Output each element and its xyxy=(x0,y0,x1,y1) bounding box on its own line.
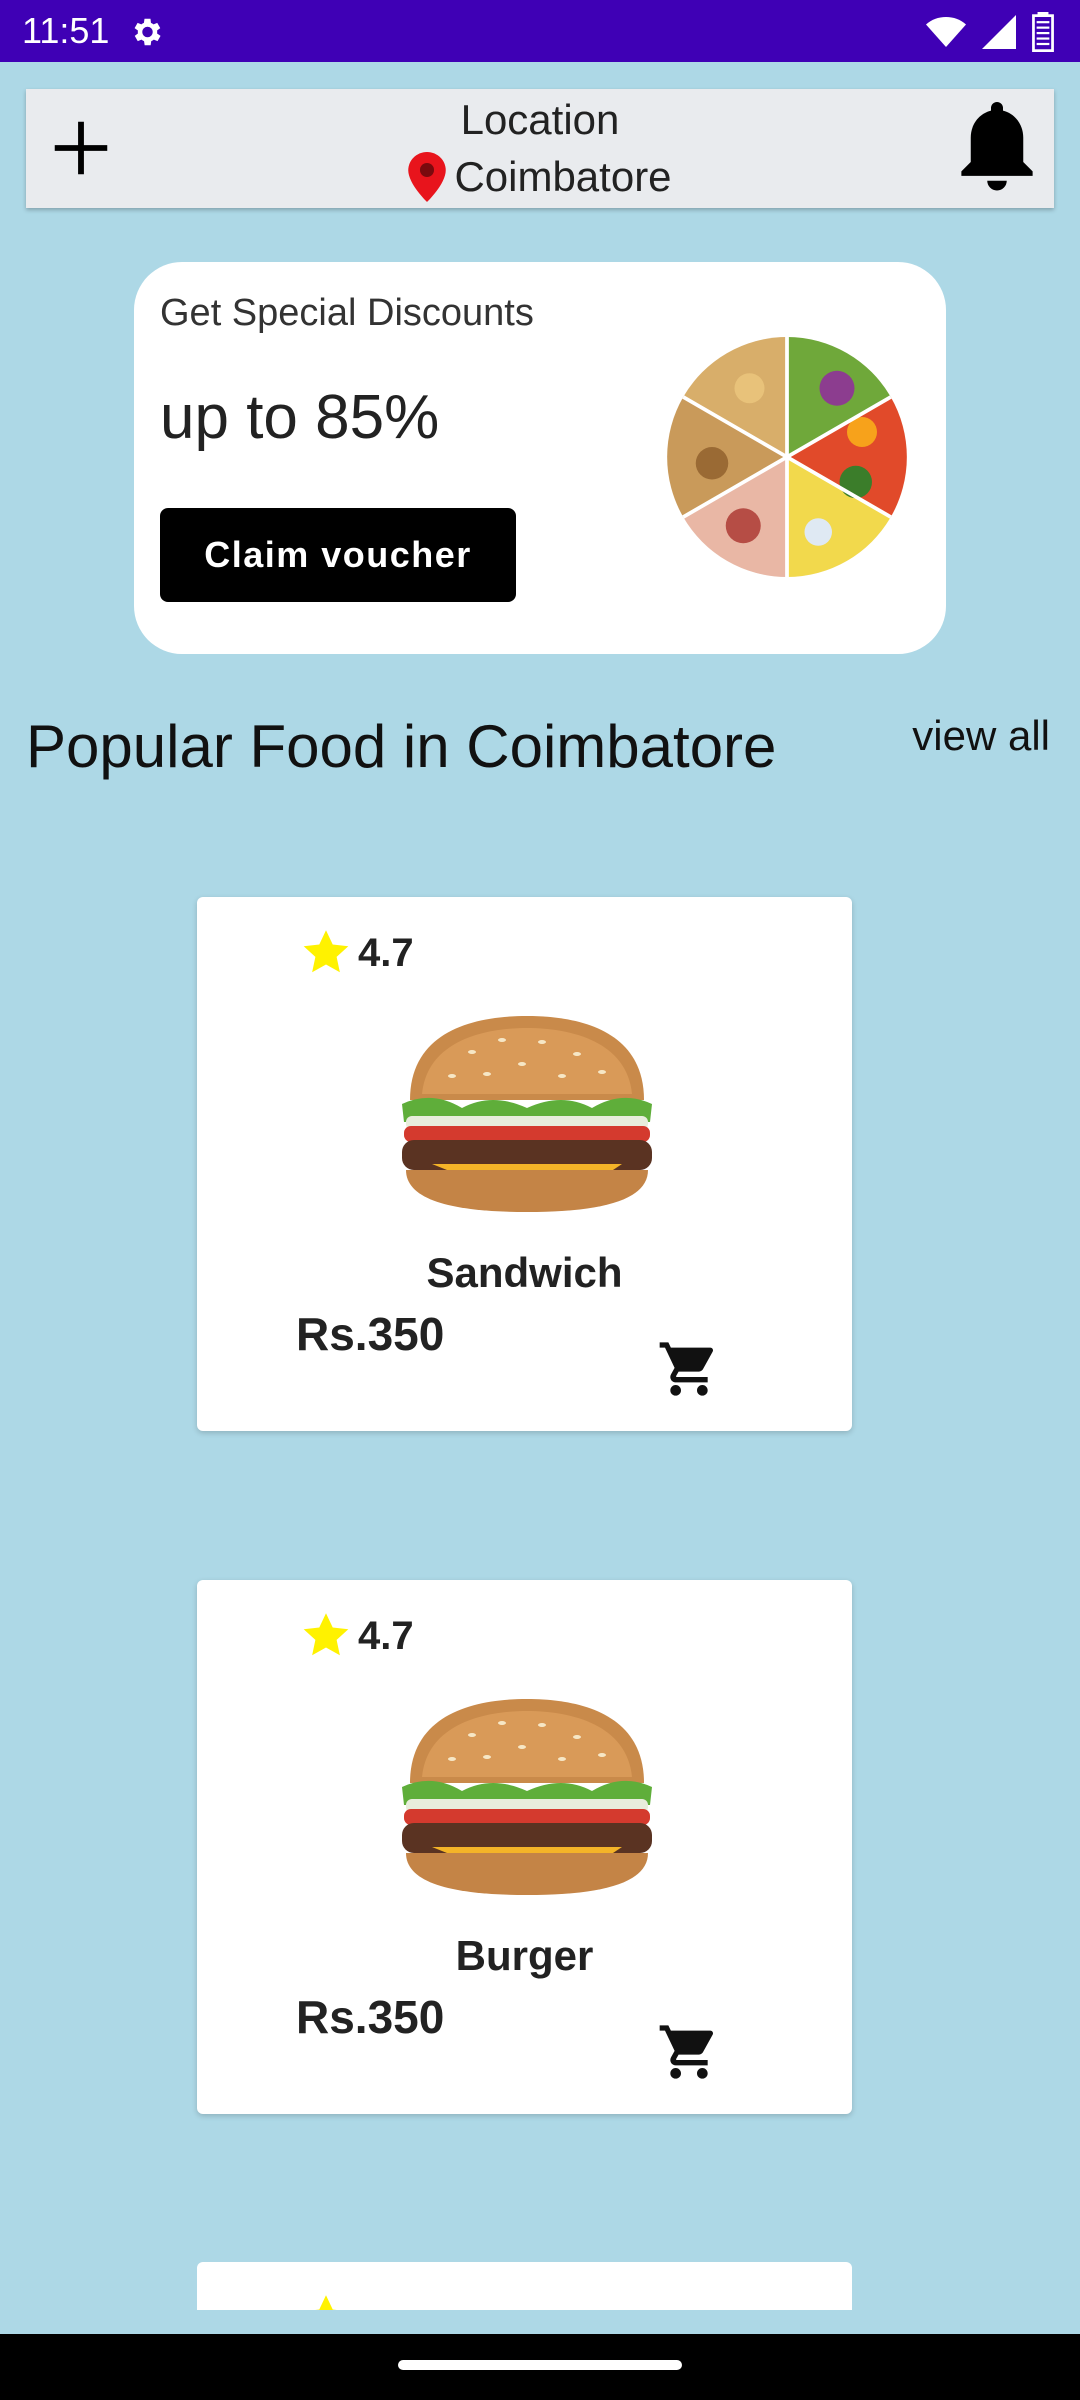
view-all-link[interactable]: view all xyxy=(912,712,1050,760)
star-icon xyxy=(315,2295,337,2310)
rating: 4.7 xyxy=(300,927,414,979)
settings-icon xyxy=(134,18,161,46)
section-title: Popular Food in Coimbatore xyxy=(26,713,777,780)
location-selector[interactable]: Coimbatore xyxy=(26,149,1054,205)
rating-value: 4.7 xyxy=(358,930,414,975)
food-name: Sandwich xyxy=(426,1249,623,1296)
wifi-icon xyxy=(926,17,966,47)
location-pin-icon xyxy=(408,152,447,202)
food-price: Rs.350 xyxy=(296,1991,445,2043)
location-label: Location xyxy=(460,96,620,143)
location-toolbar: Location Coimbatore xyxy=(26,89,1054,208)
battery-icon xyxy=(1032,12,1054,52)
home-indicator[interactable] xyxy=(398,2360,682,2370)
rating: 4.7 xyxy=(300,1610,414,1662)
promo-discount: up to 85% xyxy=(160,383,440,452)
status-bar: 11:51 xyxy=(0,0,1080,62)
food-card-partial[interactable] xyxy=(197,2262,852,2310)
location-name: Coimbatore xyxy=(454,153,672,200)
signal-icon xyxy=(982,15,1016,49)
promo-card: Get Special Discounts up to 85% Claim vo… xyxy=(134,262,946,654)
promo-title: Get Special Discounts xyxy=(160,292,534,334)
food-card[interactable]: 4.7 Burger Rs.350 xyxy=(197,1580,852,2114)
food-price: Rs.350 xyxy=(296,1308,445,1360)
food-name: Burger xyxy=(455,1932,594,1979)
status-time: 11:51 xyxy=(22,10,110,51)
food-card[interactable]: 4.7 Sandwich Rs.350 xyxy=(197,897,852,1431)
status-icons xyxy=(926,12,1054,52)
notification-bell-icon[interactable] xyxy=(952,97,1042,197)
burger-image xyxy=(402,1699,652,1895)
star-icon xyxy=(303,930,349,973)
rating-value: 4.7 xyxy=(358,1613,414,1658)
claim-voucher-button[interactable]: Claim voucher xyxy=(160,508,516,602)
star-icon xyxy=(303,1613,349,1656)
add-to-cart-icon[interactable] xyxy=(657,2020,721,2084)
burger-image xyxy=(402,1016,652,1212)
food-wheel-image xyxy=(667,337,907,577)
add-to-cart-icon[interactable] xyxy=(657,1337,721,1401)
